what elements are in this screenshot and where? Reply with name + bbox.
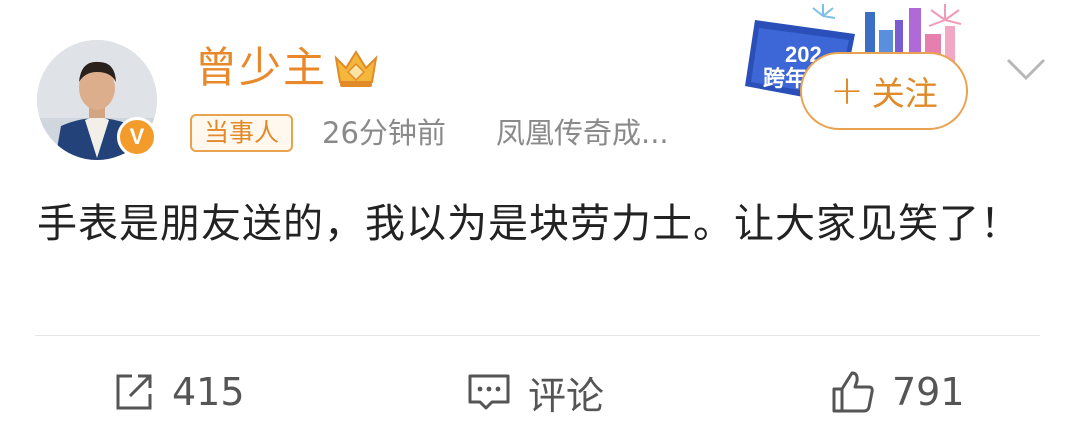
comment-button[interactable]: 评论 <box>466 360 604 424</box>
weibo-post: V 曾少主 当事人 26分钟前 凤凰传奇成... 202 跨年 + 关注 手表是… <box>0 0 1077 446</box>
post-source[interactable]: 凤凰传奇成... <box>496 112 669 154</box>
verified-badge: V <box>117 117 157 157</box>
post-time: 26分钟前 <box>322 116 446 150</box>
like-count: 791 <box>892 370 965 414</box>
role-tag: 当事人 <box>190 114 294 152</box>
comment-icon <box>468 374 510 410</box>
repost-button[interactable]: 415 <box>112 360 245 424</box>
thumbs-up-icon <box>832 371 874 413</box>
username[interactable]: 曾少主 <box>195 38 327 98</box>
like-button[interactable]: 791 <box>830 360 965 424</box>
post-content: 手表是朋友送的，我以为是块劳力士。让大家见笑了！ <box>37 201 1021 247</box>
divider <box>35 335 1040 336</box>
share-icon <box>116 374 152 410</box>
follow-button[interactable]: + 关注 <box>800 52 968 130</box>
chevron-down-icon[interactable] <box>1002 52 1050 86</box>
repost-count: 415 <box>172 370 245 414</box>
follow-label: 关注 <box>871 74 938 113</box>
plus-icon: + <box>830 68 864 114</box>
crown-icon <box>334 50 378 87</box>
comment-label: 评论 <box>528 373 605 418</box>
